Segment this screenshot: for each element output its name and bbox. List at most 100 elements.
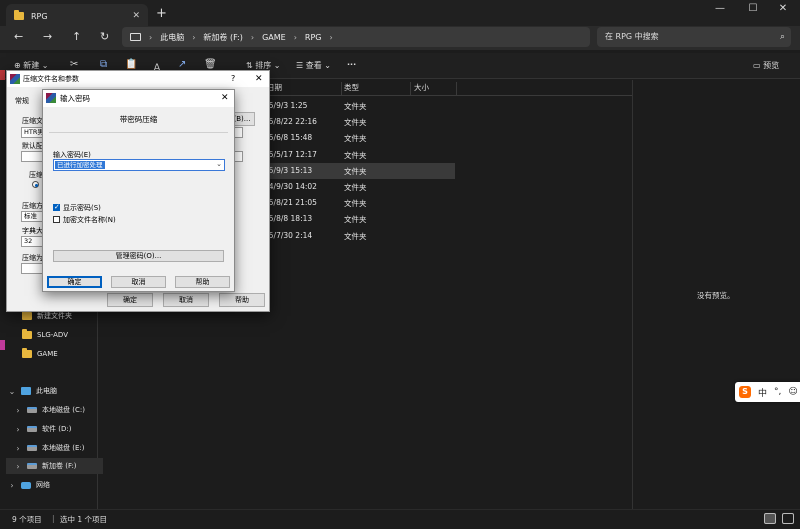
chevron-down-icon[interactable]: ⌄ <box>216 160 222 168</box>
maximize-button[interactable]: ☐ <box>738 2 768 16</box>
tab-close-icon[interactable]: ✕ <box>132 11 140 21</box>
breadcrumb-rpg[interactable]: RPG <box>305 33 322 42</box>
new-tab-button[interactable]: + <box>156 6 167 21</box>
sogou-logo-icon[interactable]: S <box>739 386 751 398</box>
show-password-checkbox[interactable] <box>53 203 60 212</box>
sidebar-item-drive-f[interactable]: › 新加卷 (F:) <box>6 458 103 474</box>
drive-icon <box>27 426 37 432</box>
preview-button[interactable]: ▭ 预览 <box>753 60 779 71</box>
back-button[interactable]: ← <box>14 30 23 43</box>
column-size[interactable]: 大小 <box>411 82 457 96</box>
row-type: 文件夹 <box>344 199 367 209</box>
chevron-right-icon[interactable]: › <box>8 481 16 490</box>
row-date: 25/6/8 15:48 <box>264 133 313 143</box>
forward-button[interactable]: → <box>43 30 52 43</box>
up-button[interactable]: ↑ <box>72 30 81 43</box>
help-icon[interactable]: ? <box>231 71 235 87</box>
table-row[interactable]: 25/9/3 15:13 文件夹 <box>257 162 455 179</box>
computer-icon <box>130 33 141 41</box>
archive-help-button[interactable]: 帮助 <box>219 293 265 307</box>
password-value: 已进行加密处理 <box>55 161 105 169</box>
paste-icon[interactable]: 📋 <box>125 59 137 70</box>
new-label: 新建 <box>23 61 40 70</box>
computer-icon <box>21 387 31 395</box>
winrar-icon <box>10 74 20 84</box>
sidebar-item-drive-d[interactable]: › 软件 (D:) <box>14 421 71 437</box>
status-divider: | <box>52 514 55 523</box>
ime-mode-toggle[interactable]: 中 <box>758 386 767 399</box>
password-input[interactable]: 已进行加密处理 ⌄ <box>53 159 225 171</box>
archive-dialog-title: 压缩文件名和参数 <box>23 75 79 83</box>
divider <box>49 132 228 133</box>
ime-punctuation-toggle[interactable]: °, <box>774 387 781 397</box>
close-icon[interactable]: ✕ <box>255 71 263 87</box>
column-headers: 日期 类型 大小 <box>257 80 632 96</box>
table-row[interactable]: 25/5/17 12:17 文件夹 <box>257 147 455 163</box>
sidebar-item-drive-c[interactable]: › 本地磁盘 (C:) <box>14 402 85 418</box>
chevron-right-icon[interactable]: › <box>14 462 22 471</box>
view-label: 查看 <box>305 61 322 70</box>
format-radio[interactable] <box>32 181 39 188</box>
cut-icon[interactable]: ✂ <box>70 59 78 70</box>
password-ok-button[interactable]: 确定 <box>47 276 102 288</box>
search-placeholder: 在 RPG 中搜索 <box>605 32 659 41</box>
row-date: 25/7/30 2:14 <box>264 230 313 240</box>
table-row[interactable]: 25/7/30 2:14 文件夹 <box>257 228 455 244</box>
delete-icon[interactable]: 🗑 <box>204 59 217 70</box>
table-row[interactable]: 25/8/21 21:05 文件夹 <box>257 195 455 211</box>
chevron-right-icon[interactable]: › <box>14 444 22 453</box>
refresh-button[interactable]: ↻ <box>100 30 109 43</box>
search-input[interactable]: 在 RPG 中搜索 ⌕ <box>597 27 791 47</box>
breadcrumb-drive-f[interactable]: 新加卷 (F:) <box>203 32 242 43</box>
table-row[interactable]: 25/8/8 18:13 文件夹 <box>257 211 455 227</box>
password-dialog-subtitle: 带密码压缩 <box>119 115 158 124</box>
minimize-button[interactable]: — <box>705 2 735 16</box>
row-type: 文件夹 <box>344 118 367 128</box>
address-bar[interactable]: › 此电脑 › 新加卷 (F:) › GAME › RPG › <box>122 27 590 47</box>
sidebar-item-network[interactable]: › 网络 <box>8 477 50 493</box>
password-help-button[interactable]: 帮助 <box>175 276 230 288</box>
close-window-button[interactable]: ✕ <box>768 2 798 16</box>
encrypt-filenames-checkbox[interactable] <box>53 216 60 223</box>
table-row[interactable]: 25/6/8 15:48 文件夹 <box>257 130 455 146</box>
row-date: 25/9/3 15:13 <box>264 165 313 175</box>
view-button[interactable]: ☰ 查看 ⌄ <box>296 60 331 71</box>
details-view-button[interactable] <box>764 513 776 524</box>
tiles-view-button[interactable] <box>782 513 794 524</box>
chevron-right-icon: › <box>149 32 153 42</box>
table-row[interactable]: 24/9/30 14:02 文件夹 <box>257 179 455 195</box>
table-row[interactable]: 25/9/3 1:25 文件夹 <box>257 98 455 114</box>
tab-rpg[interactable]: RPG ✕ <box>6 4 148 28</box>
chevron-down-icon[interactable]: ⌄ <box>8 387 16 396</box>
copy-icon[interactable]: ⧉ <box>100 59 107 70</box>
breadcrumb-this-pc[interactable]: 此电脑 <box>160 32 184 43</box>
archive-ok-button[interactable]: 确定 <box>107 293 153 307</box>
more-options-button[interactable]: ··· <box>347 60 356 69</box>
drive-icon <box>27 445 37 451</box>
share-icon[interactable]: ↗ <box>178 59 186 70</box>
manage-passwords-button[interactable]: 管理密码(O)... <box>53 250 224 262</box>
table-row[interactable]: 25/8/22 22:16 文件夹 <box>257 114 455 130</box>
sidebar-item-drive-e[interactable]: › 本地磁盘 (E:) <box>14 440 84 456</box>
breadcrumb-game[interactable]: GAME <box>262 33 286 42</box>
tab-general[interactable]: 常规 <box>15 96 29 106</box>
archive-cancel-button[interactable]: 取消 <box>163 293 209 307</box>
sidebar-item-label: 新加卷 (F:) <box>42 462 77 470</box>
row-type: 文件夹 <box>344 150 367 160</box>
search-icon: ⌕ <box>779 32 785 42</box>
ime-toolbar: S 中 °, ☺ <box>735 382 800 402</box>
chevron-right-icon[interactable]: › <box>14 425 22 434</box>
preview-label: 预览 <box>763 61 780 70</box>
column-type[interactable]: 类型 <box>341 82 411 96</box>
row-type: 文件夹 <box>344 102 367 111</box>
sidebar-item-slg-adv[interactable]: SLG-ADV <box>22 327 68 343</box>
password-cancel-button[interactable]: 取消 <box>111 276 166 288</box>
ime-emoji-button[interactable]: ☺ <box>788 387 797 397</box>
sidebar-item-game[interactable]: GAME <box>22 346 58 362</box>
row-date: 25/9/3 1:25 <box>264 101 308 110</box>
close-icon[interactable]: ✕ <box>221 90 229 107</box>
row-date: 24/9/30 14:02 <box>264 182 317 191</box>
chevron-right-icon[interactable]: › <box>14 406 22 415</box>
sidebar-item-this-pc[interactable]: ⌄ 此电脑 <box>8 383 57 399</box>
column-date[interactable]: 日期 <box>264 82 342 96</box>
